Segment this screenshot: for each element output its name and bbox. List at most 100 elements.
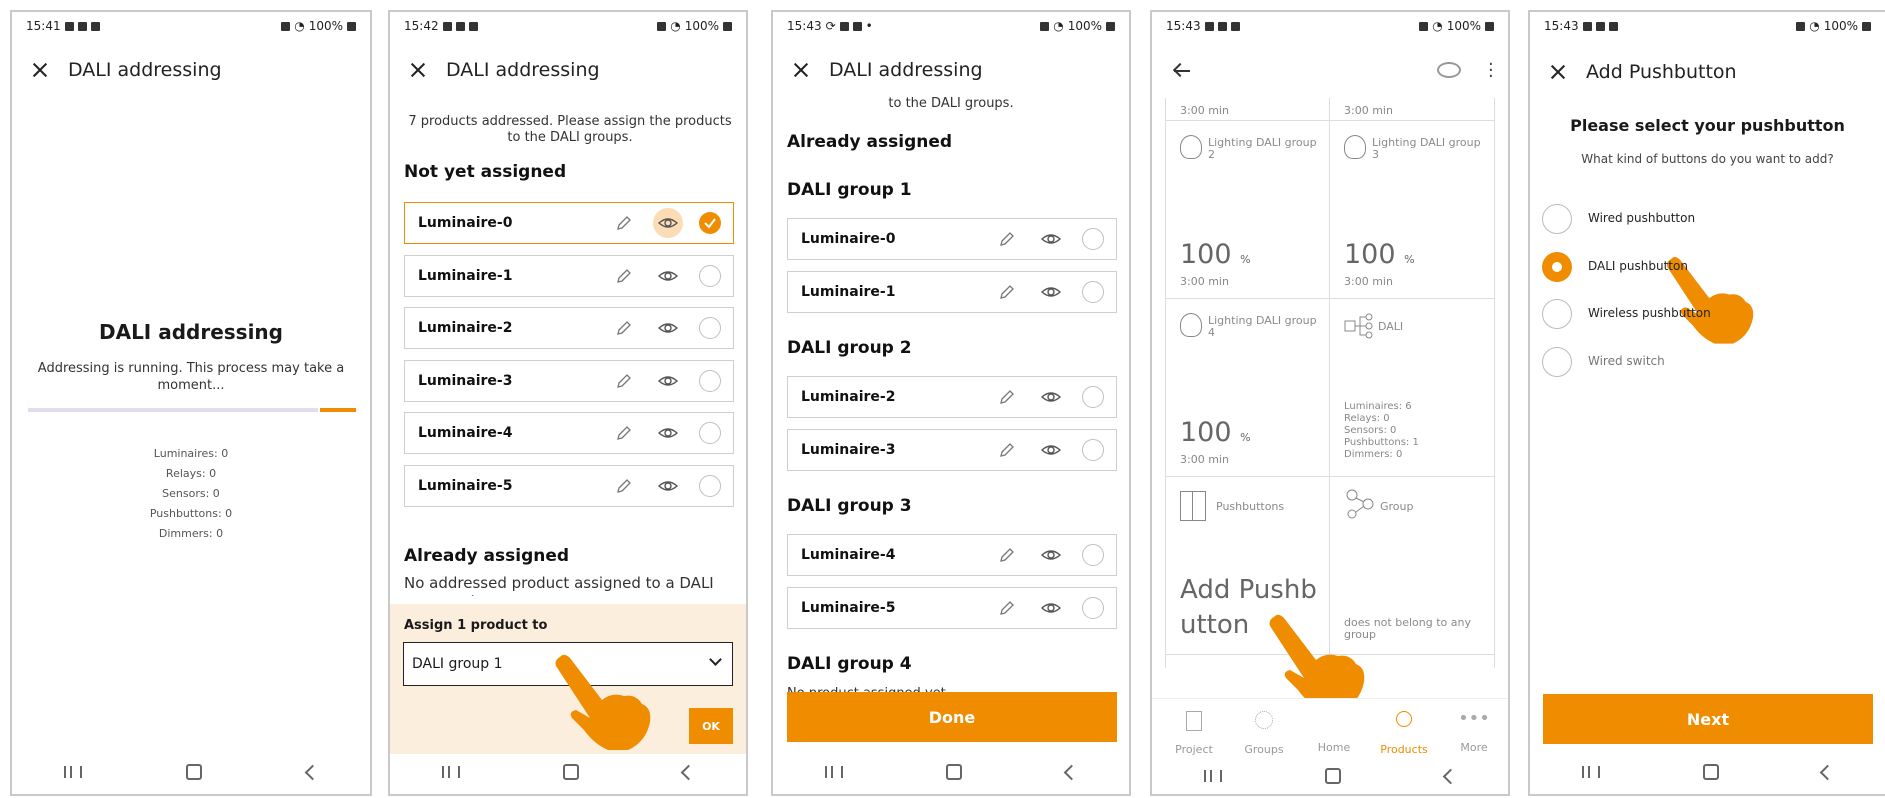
visibility-icon[interactable]: [1040, 228, 1062, 250]
select-checkbox[interactable]: [699, 264, 721, 287]
list-item[interactable]: Luminaire-0: [787, 218, 1117, 260]
next-button[interactable]: Next: [1543, 694, 1873, 744]
recents-icon[interactable]: [64, 766, 83, 778]
image-icon: [442, 21, 452, 31]
visibility-icon[interactable]: [657, 317, 679, 339]
apps-icon: [468, 21, 478, 31]
tile-dali[interactable]: DALI Luminaires: 6 Relays: 0 Sensors: 0 Pus…: [1330, 299, 1494, 476]
nav-products[interactable]: Products: [1374, 711, 1434, 756]
check-icon: [1595, 21, 1605, 31]
select-checkbox[interactable]: [699, 474, 721, 497]
list-item[interactable]: Luminaire-2: [404, 307, 734, 349]
edit-icon[interactable]: [615, 267, 633, 285]
visibility-icon[interactable]: [1040, 281, 1062, 303]
radio-icon[interactable]: [1542, 299, 1572, 329]
visibility-icon[interactable]: [1040, 544, 1062, 566]
edit-icon[interactable]: [615, 477, 633, 495]
radio-option[interactable]: Wired switch: [1542, 345, 1842, 379]
tile-lighting-group-2[interactable]: Lighting DALI group 2 100 % 3:00 min: [1166, 121, 1329, 298]
select-checkbox[interactable]: [1082, 280, 1104, 303]
close-icon[interactable]: [408, 60, 428, 80]
list-item[interactable]: Luminaire-2: [787, 376, 1117, 418]
nav-more[interactable]: ••• More: [1444, 710, 1504, 755]
done-button[interactable]: Done: [787, 692, 1117, 742]
home-tab-icon: [1326, 711, 1342, 727]
edit-icon[interactable]: [615, 319, 633, 337]
back-icon[interactable]: [1442, 768, 1459, 784]
recents-icon[interactable]: [1203, 770, 1222, 782]
phone-screen-2: 15:42 ◔ 100% DALI addressing 7 products a…: [388, 10, 748, 796]
edit-icon[interactable]: [998, 441, 1016, 459]
select-checkbox[interactable]: [699, 422, 721, 444]
radio-option[interactable]: DALI pushbutton: [1542, 250, 1842, 284]
tap-hand-icon: [1269, 614, 1365, 710]
more-vert-icon[interactable]: · · ·: [1488, 56, 1494, 86]
visibility-icon[interactable]: [657, 422, 679, 444]
back-icon[interactable]: [1820, 764, 1836, 780]
home-icon[interactable]: [1325, 768, 1342, 784]
list-item[interactable]: Luminaire-1: [787, 270, 1117, 313]
recents-icon[interactable]: [824, 766, 843, 778]
home-icon[interactable]: [1702, 764, 1719, 780]
ok-button[interactable]: OK: [689, 708, 733, 744]
visibility-icon[interactable]: [1040, 439, 1062, 461]
edit-icon[interactable]: [998, 599, 1016, 617]
close-icon[interactable]: [30, 60, 50, 80]
edit-icon[interactable]: [998, 230, 1016, 248]
radio-selected-icon[interactable]: [1542, 251, 1572, 282]
list-item[interactable]: Luminaire-1: [404, 254, 734, 297]
back-icon[interactable]: [304, 764, 321, 780]
visibility-icon[interactable]: [1040, 597, 1062, 619]
list-item[interactable]: Luminaire-3: [787, 428, 1117, 471]
visibility-icon[interactable]: [1040, 386, 1062, 408]
edit-icon[interactable]: [615, 372, 633, 390]
edit-icon[interactable]: [615, 214, 633, 232]
select-checkbox[interactable]: [699, 369, 721, 392]
edit-icon[interactable]: [998, 388, 1016, 406]
visibility-icon[interactable]: [657, 370, 679, 392]
select-checkbox[interactable]: [1082, 386, 1104, 408]
edit-icon[interactable]: [615, 424, 633, 442]
battery-icon: [1485, 21, 1494, 31]
select-checkbox[interactable]: [1082, 228, 1104, 250]
list-item[interactable]: Luminaire-5: [787, 586, 1117, 629]
alarm-icon: [1040, 21, 1050, 31]
close-icon[interactable]: [1548, 62, 1568, 82]
visibility-icon[interactable]: [1437, 62, 1461, 78]
tile-value: 100 %: [1180, 239, 1251, 270]
nav-groups[interactable]: Groups: [1234, 711, 1294, 756]
recents-icon[interactable]: [441, 766, 460, 778]
back-icon[interactable]: [1063, 764, 1080, 780]
select-checkbox[interactable]: [1082, 438, 1104, 461]
edit-icon[interactable]: [998, 546, 1016, 564]
home-icon[interactable]: [186, 764, 203, 780]
select-checkbox[interactable]: [699, 317, 721, 339]
home-icon[interactable]: [946, 764, 963, 780]
radio-icon[interactable]: [1542, 204, 1572, 234]
recents-icon[interactable]: [1581, 766, 1600, 778]
list-item[interactable]: Luminaire-3: [404, 359, 734, 402]
back-arrow-icon[interactable]: [1172, 62, 1192, 78]
nav-project[interactable]: Project: [1164, 711, 1224, 756]
radio-option[interactable]: Wired pushbutton: [1542, 202, 1842, 236]
radio-icon[interactable]: [1542, 346, 1572, 377]
back-icon[interactable]: [680, 764, 697, 780]
tile-lighting-group-3[interactable]: Lighting DALI group 3 100 % 3:00 min: [1330, 121, 1494, 298]
tile-lighting-group-4[interactable]: Lighting DALI group 4 100 % 3:00 min: [1166, 299, 1329, 476]
list-item[interactable]: Luminaire-5: [404, 464, 734, 507]
edit-icon[interactable]: [998, 283, 1016, 301]
radio-option[interactable]: Wireless pushbutton: [1542, 297, 1842, 331]
select-checkbox[interactable]: [1082, 544, 1104, 566]
checked-icon[interactable]: [699, 212, 721, 234]
visibility-icon[interactable]: [653, 208, 683, 238]
visibility-icon[interactable]: [657, 475, 679, 497]
apps-icon: [90, 21, 100, 31]
close-icon[interactable]: [791, 60, 811, 80]
home-icon[interactable]: [563, 764, 580, 780]
list-item[interactable]: Luminaire-4: [787, 534, 1117, 576]
visibility-icon[interactable]: [657, 265, 679, 287]
list-item[interactable]: Luminaire-4: [404, 412, 734, 454]
select-checkbox[interactable]: [1082, 596, 1104, 619]
nav-home[interactable]: Home: [1304, 711, 1364, 754]
list-item[interactable]: Luminaire-0: [404, 202, 734, 244]
